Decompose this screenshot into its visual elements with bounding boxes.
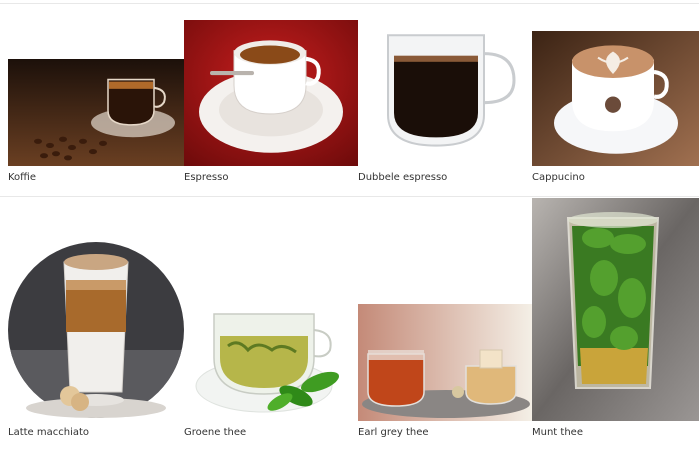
item-label: Espresso bbox=[184, 172, 229, 183]
item-label: Cappucino bbox=[532, 172, 585, 183]
latte-macchiato-image bbox=[8, 240, 184, 421]
munt-thee-image bbox=[532, 198, 699, 421]
menu-item-munt-thee[interactable]: Munt thee bbox=[532, 198, 699, 440]
item-label: Koffie bbox=[8, 172, 36, 183]
dubbele-espresso-image bbox=[358, 23, 532, 166]
item-label: Munt thee bbox=[532, 427, 583, 438]
earl-grey-thee-image bbox=[358, 304, 532, 421]
menu-item-earl-grey-thee[interactable]: Earl grey thee bbox=[358, 198, 532, 440]
item-label: Groene thee bbox=[184, 427, 247, 438]
menu-item-cappucino[interactable]: Cappucino bbox=[532, 5, 699, 185]
menu-item-espresso[interactable]: Espresso bbox=[184, 5, 358, 185]
koffie-image bbox=[8, 59, 184, 166]
espresso-image bbox=[184, 20, 358, 166]
cappucino-image bbox=[532, 31, 699, 166]
item-label: Dubbele espresso bbox=[358, 172, 448, 183]
item-label: Earl grey thee bbox=[358, 427, 429, 438]
menu-item-koffie[interactable]: Koffie bbox=[8, 5, 184, 185]
menu-item-groene-thee[interactable]: Groene thee bbox=[184, 198, 358, 440]
groene-thee-image bbox=[184, 306, 358, 421]
menu-item-dubbele-espresso[interactable]: Dubbele espresso bbox=[358, 5, 532, 185]
item-label: Latte macchiato bbox=[8, 427, 90, 438]
menu-item-latte-macchiato[interactable]: Latte macchiato bbox=[8, 198, 184, 440]
top-divider bbox=[0, 3, 699, 4]
row-divider bbox=[0, 196, 699, 197]
